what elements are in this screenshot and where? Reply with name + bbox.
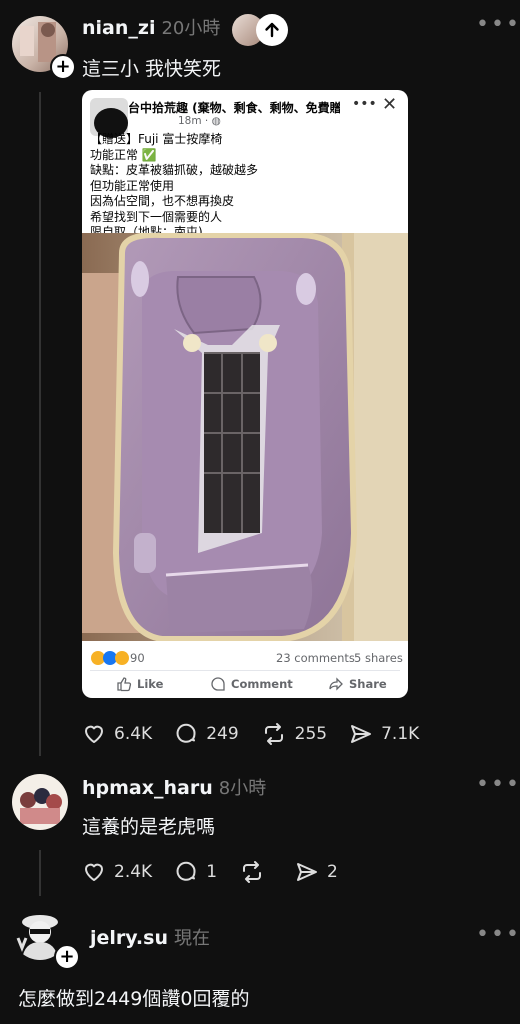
send-icon: [351, 725, 372, 743]
post-time: 8小時: [218, 778, 267, 799]
like-button[interactable]: 2.4K: [82, 860, 152, 884]
comment-icon: [211, 677, 225, 691]
massage-chair-photo: [82, 233, 408, 641]
username[interactable]: nian_zi: [82, 17, 155, 39]
fb-divider: [90, 670, 400, 671]
fb-post-text: 【贈送】Fuji 富士按摩椅 功能正常 ✅ 缺點：皮革被貓抓破，越破越多 但功能…: [90, 132, 400, 241]
thread-line: [39, 850, 41, 896]
fb-close-icon: ✕: [382, 94, 398, 115]
avatar[interactable]: [12, 774, 68, 830]
more-options-icon[interactable]: •••: [476, 922, 520, 947]
like-button[interactable]: 6.4K: [82, 722, 152, 746]
reply-count: 249: [206, 724, 239, 744]
share-count: 2: [327, 862, 338, 882]
fb-line: 【贈送】Fuji 富士按摩椅: [90, 132, 223, 146]
comment-bubble-icon: [176, 861, 196, 881]
fb-line: 因為佔空間，也不想再換皮: [90, 194, 235, 208]
post-header: jelry.su 現在: [90, 924, 210, 950]
fb-line: 但功能正常使用: [90, 178, 175, 193]
follow-plus-button[interactable]: +: [54, 944, 80, 970]
fb-like-button: Like: [116, 676, 163, 692]
comment-bubble-icon: [176, 723, 196, 743]
repost-arrow-button[interactable]: [256, 14, 288, 46]
post-header: nian_zi 20小時: [82, 14, 220, 40]
fb-share-button: Share: [328, 676, 387, 692]
repost-button[interactable]: [239, 860, 273, 884]
username[interactable]: jelry.su: [90, 927, 168, 949]
fb-comments-count: 23 comments: [276, 651, 355, 665]
post-header: hpmax_haru 8小時: [82, 774, 266, 800]
fb-post-time: 18m · ◍: [178, 115, 221, 127]
fb-line: 功能正常 ✅: [90, 147, 157, 162]
post-text: 怎麼做到2449個讚0回覆的: [18, 988, 250, 1010]
post-time: 20小時: [161, 18, 221, 39]
group-name: 台中拾荒趣 (棄物、剩食、剩物、免費贈...: [128, 101, 340, 115]
more-options-icon[interactable]: •••: [476, 12, 520, 37]
like-count: 6.4K: [114, 724, 153, 744]
share-button[interactable]: 7.1K: [349, 722, 419, 746]
avatar-image: [20, 788, 62, 824]
like-count: 2.4K: [114, 862, 153, 882]
thumbs-up-icon: [117, 677, 132, 692]
fb-shares-count: 5 shares: [354, 651, 403, 665]
share-count: 7.1K: [381, 724, 420, 744]
fb-more-icon: •••: [352, 96, 377, 112]
embedded-image-card[interactable]: 台中拾荒趣 (棄物、剩食、剩物、免費贈... 18m · ◍ ••• ✕ 【贈送…: [82, 90, 408, 698]
post-time: 現在: [173, 928, 210, 949]
arrow-up-icon: [265, 22, 279, 38]
send-icon: [297, 863, 318, 881]
username[interactable]: hpmax_haru: [82, 777, 213, 799]
fb-line: 希望找到下一個需要的人: [90, 209, 223, 224]
repost-icon: [264, 723, 283, 745]
follow-plus-button[interactable]: +: [50, 54, 76, 80]
post-actions: 6.4K 249 255 7.1K: [82, 722, 441, 746]
fb-comment-button: Comment: [210, 676, 293, 692]
share-button[interactable]: 2: [295, 860, 338, 884]
post-text: 這養的是老虎嗎: [82, 816, 216, 838]
post-actions: 2.4K 1 2: [82, 860, 360, 884]
reply-button[interactable]: 1: [174, 860, 217, 884]
heart-icon: [85, 725, 103, 743]
share-arrow-icon: [329, 677, 343, 691]
heart-icon: [85, 863, 103, 881]
post-text: 這三小 我快笑死: [82, 58, 222, 80]
more-options-icon[interactable]: •••: [476, 772, 520, 797]
repost-count: 255: [294, 724, 328, 744]
reply-count: 1: [206, 862, 218, 882]
repost-icon: [243, 861, 262, 883]
repost-button[interactable]: 255: [261, 722, 327, 746]
reply-button[interactable]: 249: [174, 722, 239, 746]
thread-line: [39, 92, 41, 756]
globe-icon: ◍: [211, 115, 221, 127]
reactions-count: 90: [130, 651, 145, 665]
fb-line: 缺點：皮革被貓抓破，越破越多: [90, 163, 259, 177]
